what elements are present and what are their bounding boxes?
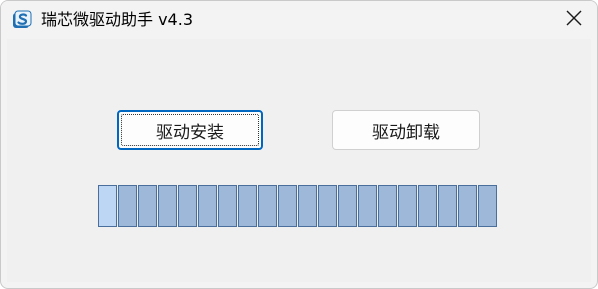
progress-segment <box>118 185 137 227</box>
app-window: 瑞芯微驱动助手 v4.3 驱动安装 驱动卸载 <box>1 1 597 288</box>
install-driver-button[interactable]: 驱动安装 <box>117 110 263 150</box>
uninstall-driver-label: 驱动卸载 <box>372 122 440 143</box>
close-button[interactable] <box>551 1 597 39</box>
progress-segment <box>98 185 117 227</box>
install-driver-label: 驱动安装 <box>156 122 224 143</box>
window-title: 瑞芯微驱动助手 v4.3 <box>41 10 194 29</box>
progress-bar <box>98 185 498 227</box>
client-area: 驱动安装 驱动卸载 <box>7 39 591 282</box>
progress-segment <box>198 185 217 227</box>
progress-segment <box>358 185 377 227</box>
progress-segment <box>438 185 457 227</box>
rockchip-logo-icon <box>12 10 32 30</box>
progress-segment <box>218 185 237 227</box>
progress-segment <box>238 185 257 227</box>
uninstall-driver-button[interactable]: 驱动卸载 <box>332 110 480 150</box>
progress-segment <box>178 185 197 227</box>
progress-segment <box>338 185 357 227</box>
progress-segment <box>138 185 157 227</box>
progress-segment <box>478 185 497 227</box>
progress-segment <box>378 185 397 227</box>
progress-segment <box>458 185 477 227</box>
progress-segment <box>278 185 297 227</box>
progress-segment <box>418 185 437 227</box>
progress-segment <box>258 185 277 227</box>
progress-segment <box>398 185 417 227</box>
close-icon <box>566 10 582 30</box>
progress-segment <box>158 185 177 227</box>
title-bar[interactable]: 瑞芯微驱动助手 v4.3 <box>1 1 597 39</box>
progress-segment <box>318 185 337 227</box>
progress-segment <box>298 185 317 227</box>
